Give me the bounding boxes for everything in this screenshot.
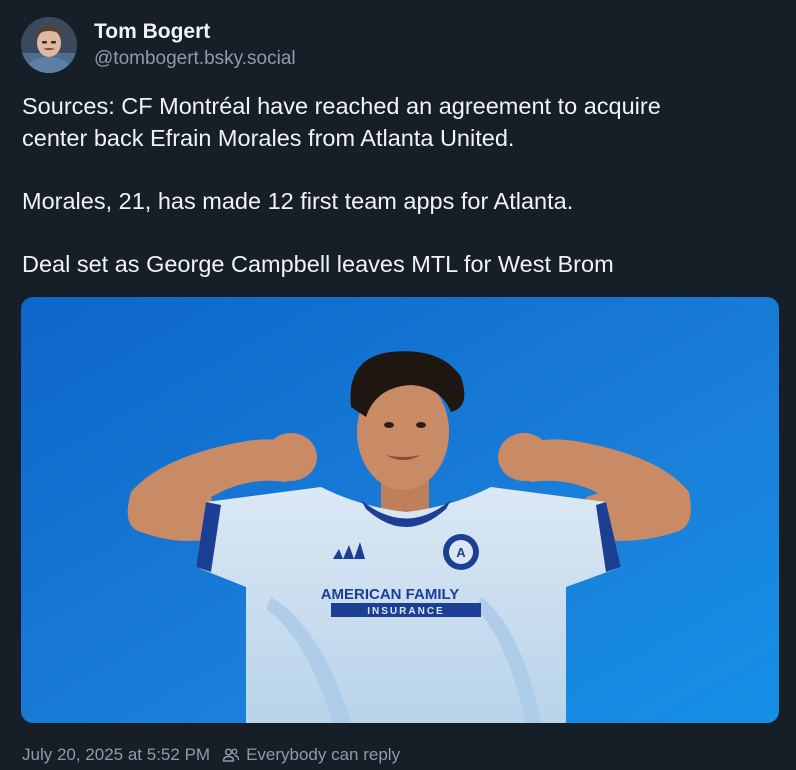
author-avatar[interactable] bbox=[21, 17, 77, 73]
post-image[interactable]: A AMERICAN FAMILY INSURANCE bbox=[21, 297, 779, 723]
post-text-line: Deal set as George Campbell leaves MTL f… bbox=[22, 250, 614, 277]
svg-text:A: A bbox=[456, 545, 466, 560]
post-text-line: Morales, 21, has made 12 first team apps… bbox=[22, 187, 574, 214]
sponsor-text-line2: INSURANCE bbox=[367, 606, 444, 617]
post-footer: July 20, 2025 at 5:52 PM Everybody can r… bbox=[22, 744, 400, 766]
reply-setting[interactable]: Everybody can reply bbox=[246, 745, 400, 765]
post-timestamp[interactable]: July 20, 2025 at 5:52 PM bbox=[22, 745, 210, 765]
people-icon bbox=[222, 746, 240, 764]
post-card: Tom Bogert @tombogert.bsky.social Source… bbox=[0, 0, 796, 770]
player-photo: A AMERICAN FAMILY INSURANCE bbox=[21, 297, 779, 723]
post-body: Sources: CF Montréal have reached an agr… bbox=[22, 91, 778, 280]
avatar-photo-icon bbox=[21, 17, 77, 73]
post-text-line: Sources: CF Montréal have reached an agr… bbox=[22, 93, 661, 119]
sponsor-text-line1: AMERICAN FAMILY bbox=[321, 586, 460, 603]
post-text-line: center back Efrain Morales from Atlanta … bbox=[22, 124, 515, 151]
author-display-name[interactable]: Tom Bogert bbox=[94, 19, 210, 45]
author-handle[interactable]: @tombogert.bsky.social bbox=[94, 47, 296, 71]
